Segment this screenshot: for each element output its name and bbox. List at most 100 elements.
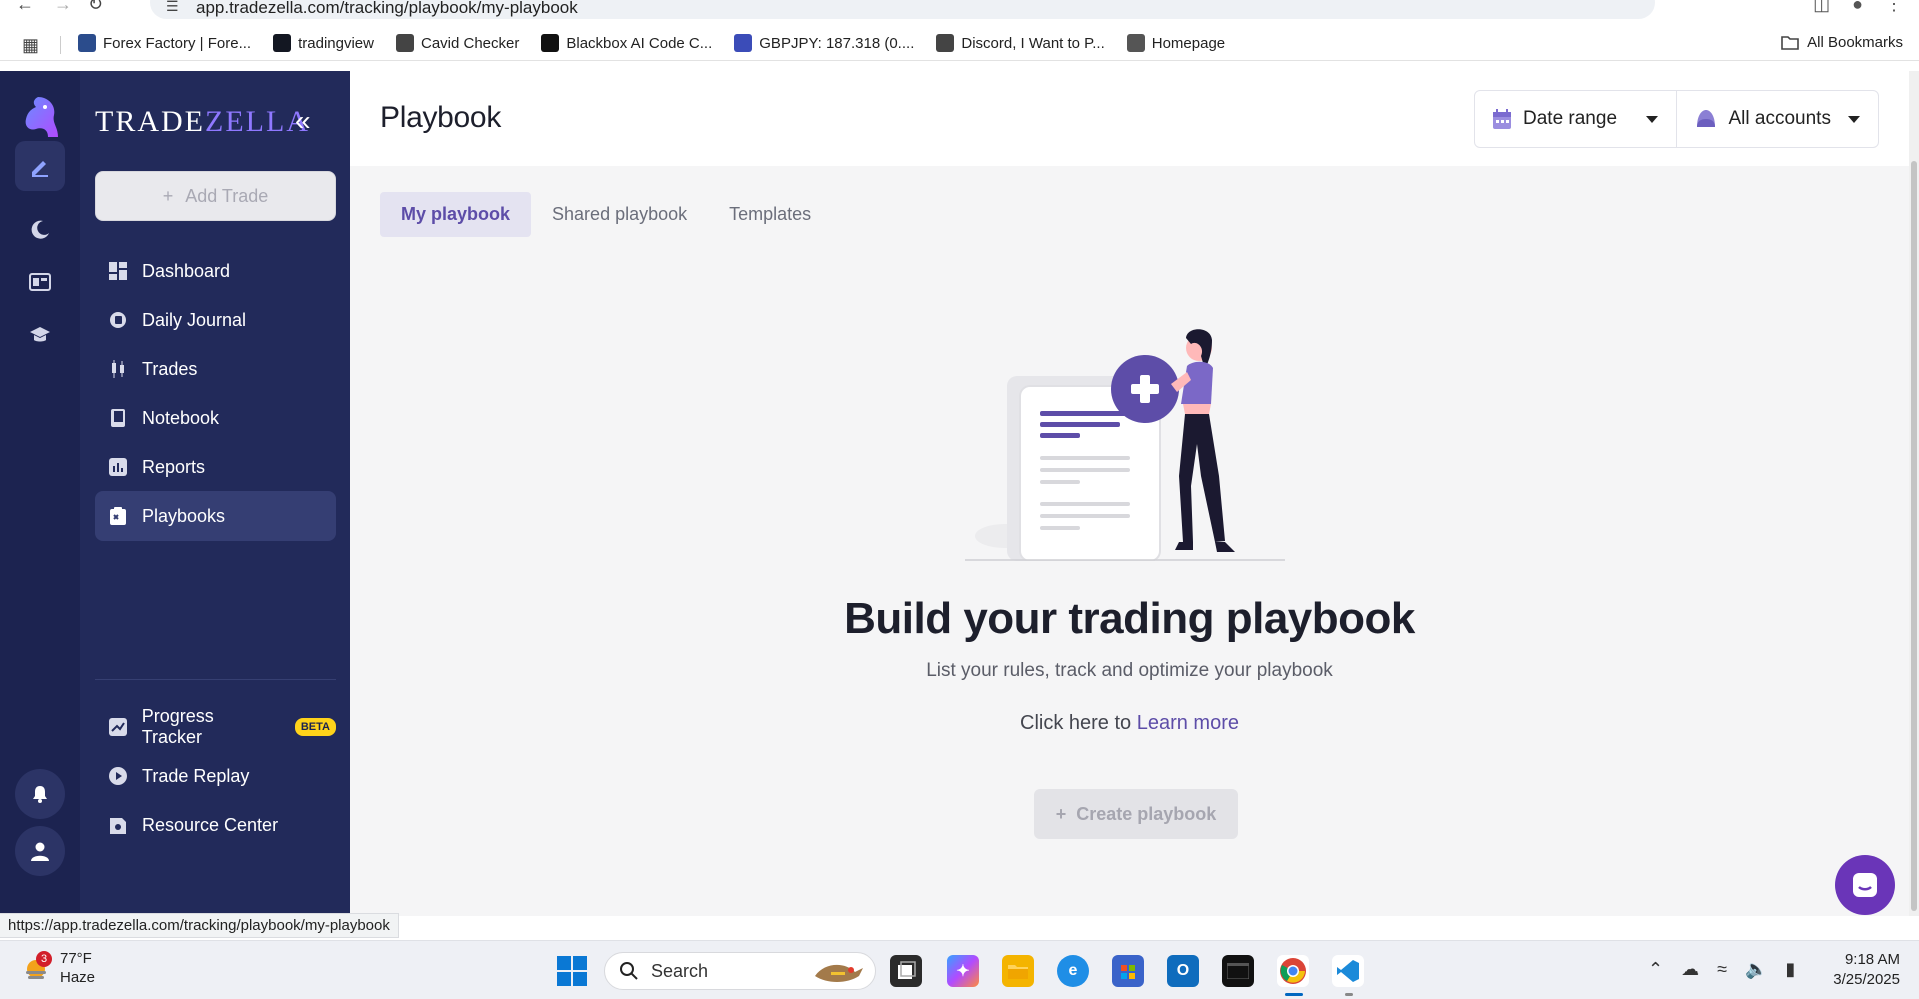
icon-rail bbox=[0, 71, 80, 916]
sidebar-item-trade-replay[interactable]: Trade Replay bbox=[95, 751, 336, 801]
brand-logo[interactable]: TRADEZELLA bbox=[95, 105, 310, 139]
bookmark-favicon-icon bbox=[734, 34, 753, 52]
bookmark-label: Forex Factory | Fore... bbox=[103, 34, 252, 52]
bookmark-label: Discord, I Want to P... bbox=[961, 34, 1105, 52]
tab-templates[interactable]: Templates bbox=[708, 192, 832, 237]
accounts-icon bbox=[1696, 110, 1715, 127]
moon-icon bbox=[31, 220, 49, 239]
bookmark-item[interactable]: GBPJPY: 187.318 (0.... bbox=[734, 34, 914, 52]
reports-icon bbox=[108, 457, 128, 477]
browser-actions: ◫ ● ⋮ bbox=[1813, 0, 1903, 15]
sidebar-item-daily-journal[interactable]: Daily Journal bbox=[95, 295, 336, 345]
calendar-icon bbox=[1493, 109, 1511, 129]
folder-icon bbox=[1781, 35, 1799, 50]
taskbar-search[interactable]: Search bbox=[604, 952, 876, 990]
bookmark-list: Forex Factory | Fore... tradingview Cavid … bbox=[78, 34, 1225, 52]
system-clock[interactable]: 9:18 AM 3/25/2025 bbox=[1818, 950, 1900, 990]
sidebar-item-reports[interactable]: Reports bbox=[95, 442, 336, 492]
weather-widget[interactable]: 3 77°F Haze bbox=[22, 949, 95, 987]
terminal-icon[interactable] bbox=[1222, 955, 1254, 987]
create-playbook-label: Create playbook bbox=[1076, 803, 1217, 824]
copilot-icon[interactable]: ✦ bbox=[947, 955, 979, 987]
bookmark-item[interactable]: Discord, I Want to P... bbox=[936, 34, 1105, 52]
sidebar-item-trades[interactable]: Trades bbox=[95, 344, 336, 394]
add-trade-button[interactable]: + Add Trade bbox=[95, 171, 336, 221]
accounts-dropdown[interactable]: All accounts bbox=[1677, 91, 1879, 147]
sidebar-item-label: Dashboard bbox=[142, 260, 231, 281]
bookmark-item[interactable]: Blackbox AI Code C... bbox=[541, 34, 712, 52]
microsoft-store-icon[interactable] bbox=[1112, 955, 1144, 987]
show-hidden-icons-chevron-up-icon[interactable]: ⌃ bbox=[1648, 959, 1663, 980]
menu-icon[interactable]: ⋮ bbox=[1885, 0, 1903, 15]
bookmarks-bar: ▦ Forex Factory | Fore... tradingview Cavi… bbox=[0, 27, 1919, 61]
wifi-icon[interactable]: ≈ bbox=[1717, 959, 1727, 980]
sidebar-item-dashboard[interactable]: Dashboard bbox=[95, 246, 336, 296]
create-playbook-button[interactable]: + Create playbook bbox=[1034, 789, 1238, 839]
learn-more-link[interactable]: Learn more bbox=[1137, 712, 1239, 734]
task-view-icon[interactable] bbox=[890, 955, 922, 987]
back-icon[interactable]: ← bbox=[16, 0, 34, 15]
apps-grid-icon[interactable]: ▦ bbox=[22, 35, 39, 56]
onedrive-icon[interactable]: ☁ bbox=[1681, 959, 1699, 980]
rail-education-button[interactable] bbox=[15, 310, 65, 360]
site-info-icon[interactable]: ☰ bbox=[166, 0, 179, 15]
tradezella-logo-icon[interactable] bbox=[18, 93, 62, 143]
address-bar[interactable]: ☰ app.tradezella.com/tracking/playbook/m… bbox=[150, 0, 1655, 19]
tab-shared-playbook[interactable]: Shared playbook bbox=[531, 192, 708, 237]
bookmark-favicon-icon bbox=[936, 34, 955, 52]
rail-journal-button[interactable] bbox=[15, 141, 65, 191]
chat-support-button[interactable] bbox=[1835, 855, 1895, 915]
sidebar-divider bbox=[95, 679, 336, 680]
battery-icon[interactable]: ▮ bbox=[1785, 959, 1795, 980]
extensions-icon[interactable]: ◫ bbox=[1813, 0, 1830, 15]
dashboard-icon bbox=[108, 261, 128, 281]
notebook-icon bbox=[108, 408, 128, 428]
profile-avatar[interactable]: ● bbox=[1852, 0, 1863, 15]
chrome-icon[interactable] bbox=[1277, 955, 1309, 987]
outlook-icon[interactable]: O bbox=[1167, 955, 1199, 987]
user-profile-button[interactable] bbox=[15, 826, 65, 876]
sidebar-item-playbooks[interactable]: Playbooks bbox=[95, 491, 336, 541]
bookmark-favicon-icon bbox=[395, 34, 414, 52]
windows-taskbar: 3 77°F Haze Search ✦ e O ⌃ ☁ ≈ 🔈 ▮ 9:18 … bbox=[0, 940, 1919, 999]
bookmark-favicon-icon bbox=[273, 34, 292, 52]
vscode-icon[interactable] bbox=[1332, 955, 1364, 987]
taskbar-search-label: Search bbox=[651, 960, 709, 981]
file-explorer-icon[interactable] bbox=[1002, 955, 1034, 987]
tab-my-playbook[interactable]: My playbook bbox=[380, 192, 532, 237]
bookmark-item[interactable]: Cavid Checker bbox=[395, 34, 520, 52]
edge-icon[interactable]: e bbox=[1057, 955, 1089, 987]
bookmark-favicon-icon bbox=[1126, 34, 1145, 52]
sidebar-item-notebook[interactable]: Notebook bbox=[95, 393, 336, 443]
clock-time: 9:18 AM bbox=[1844, 951, 1900, 968]
page-title: Playbook bbox=[380, 101, 502, 134]
bookmark-label: Cavid Checker bbox=[420, 34, 520, 52]
scroll-thumb[interactable] bbox=[1911, 161, 1917, 911]
volume-icon[interactable]: 🔈 bbox=[1745, 959, 1767, 980]
all-bookmarks[interactable]: All Bookmarks bbox=[1781, 34, 1903, 51]
collapse-sidebar-icon[interactable]: « bbox=[295, 105, 311, 137]
date-range-dropdown[interactable]: Date range bbox=[1475, 91, 1677, 147]
forward-icon[interactable]: → bbox=[54, 0, 72, 15]
learn-more-prefix: Click here to bbox=[1020, 712, 1132, 734]
bookmark-item[interactable]: Forex Factory | Fore... bbox=[78, 34, 251, 52]
sidebar: TRADEZELLA « + Add Trade Dashboard Daily… bbox=[80, 71, 350, 916]
page-scrollbar[interactable] bbox=[1909, 71, 1919, 916]
sidebar-item-progress-tracker[interactable]: Progress Tracker BETA bbox=[95, 702, 336, 752]
sidebar-item-label: Progress Tracker bbox=[141, 706, 214, 747]
bookmark-item[interactable]: Homepage bbox=[1126, 34, 1225, 52]
rail-layout-button[interactable] bbox=[15, 257, 65, 307]
bookmark-item[interactable]: tradingview bbox=[273, 34, 374, 52]
windows-start-icon[interactable] bbox=[557, 956, 587, 986]
date-range-label: Date range bbox=[1523, 108, 1618, 129]
empty-state-subtitle: List your rules, track and optimize your… bbox=[926, 660, 1333, 681]
notifications-button[interactable] bbox=[15, 769, 65, 819]
sidebar-item-resource-center[interactable]: Resource Center bbox=[95, 800, 336, 850]
bookmark-favicon-icon bbox=[541, 34, 560, 52]
chrome-active-indicator bbox=[1285, 993, 1303, 996]
reload-icon[interactable]: ↻ bbox=[88, 0, 103, 15]
page-header: Playbook Date range All accounts bbox=[350, 71, 1909, 166]
progress-icon bbox=[108, 717, 128, 737]
rail-moon-button[interactable] bbox=[15, 204, 65, 254]
address-url[interactable]: app.tradezella.com/tracking/playbook/my-… bbox=[196, 0, 578, 18]
